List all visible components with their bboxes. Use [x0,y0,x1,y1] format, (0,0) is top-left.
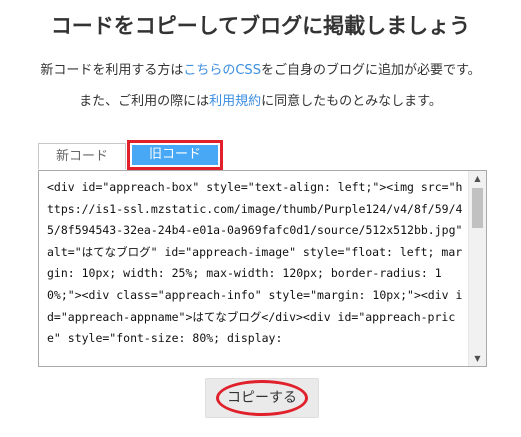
terms-notice-text-before: また、ご利用の際には [79,94,210,109]
scroll-thumb[interactable] [472,188,483,228]
tab-old-code-highlight: 旧コード [127,140,223,170]
css-notice-text-before: 新コードを利用する方は [40,63,184,78]
css-notice: 新コードを利用する方はこちらのCSSをご自身のブログに追加が必要です。 [0,62,521,80]
tab-new-code[interactable]: 新コード [38,143,126,169]
css-notice-text-after: をご自身のブログに追加が必要です。 [260,63,481,78]
copy-button[interactable] [205,378,319,418]
terms-notice: また、ご利用の際には利用規約に同意したものとみなします。 [0,93,521,111]
page-title: コードをコピーしてブログに掲載しましょう [50,14,471,38]
scroll-up-arrow-icon[interactable]: ▲ [469,171,486,186]
code-version-tabs: 新コード 旧コード [38,140,478,170]
css-link[interactable]: こちらのCSS [183,63,261,78]
scroll-down-arrow-icon[interactable]: ▼ [469,351,486,366]
terms-notice-text-after: に同意したものとみなします。 [261,94,442,109]
terms-link[interactable]: 利用規約 [209,94,261,109]
embed-code-text: <div id="appreach-box" style="text-align… [47,180,470,346]
code-scrollbar[interactable]: ▲ ▼ [468,171,486,366]
tab-old-code[interactable]: 旧コード [132,145,218,165]
embed-code-textarea[interactable]: <div id="appreach-box" style="text-align… [38,170,487,367]
